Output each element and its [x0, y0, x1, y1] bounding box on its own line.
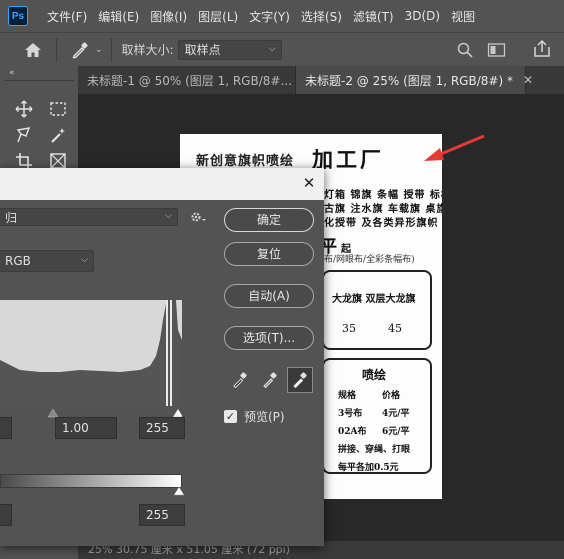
- move-tool-icon[interactable]: [12, 97, 36, 121]
- reset-button[interactable]: 复位: [224, 242, 314, 266]
- tab-untitled-1[interactable]: 未标题-1 @ 50% (图层 1, RGB/8#... ✕: [78, 66, 312, 94]
- annotation-arrow-icon: [424, 134, 485, 161]
- dialog-title-bar[interactable]: [0, 168, 324, 200]
- price-row-spec: 规格: [338, 391, 357, 401]
- menu-filter[interactable]: 滤镜(T): [353, 8, 394, 25]
- workspace-icon[interactable]: [487, 41, 507, 62]
- input-black-field[interactable]: [0, 417, 12, 439]
- menu-layer[interactable]: 图层(L): [198, 8, 238, 25]
- share-icon[interactable]: [532, 39, 552, 62]
- levels-dialog: ✕ 归 ⌵ RGB ⌵ 1.00 255 255 确定 复位 自动(A) 选项(…: [0, 168, 324, 546]
- poster-box-flags-value-2: 45: [388, 322, 402, 335]
- white-point-eyedropper-icon[interactable]: [287, 367, 313, 393]
- collapse-panel-icon[interactable]: «: [9, 68, 15, 78]
- sample-size-label: 取样大小:: [121, 43, 174, 57]
- chevron-down-icon: ⌵: [268, 43, 276, 54]
- poster-products-line-3: 化授带 及各类异形旗帜: [324, 218, 439, 229]
- document-tabs: 未标题-1 @ 50% (图层 1, RGB/8#... ✕ 未标题-2 @ 2…: [78, 66, 564, 94]
- menu-3d[interactable]: 3D(D): [405, 9, 440, 23]
- output-slider-track[interactable]: [0, 486, 186, 498]
- menu-image[interactable]: 图像(I): [150, 8, 187, 25]
- lasso-tool-icon[interactable]: [12, 123, 36, 147]
- options-bar: ⌄ 取样大小: 取样点 ⌵: [0, 32, 564, 66]
- black-point-eyedropper-icon[interactable]: [227, 367, 253, 393]
- home-icon[interactable]: [20, 37, 46, 63]
- gray-point-eyedropper-icon[interactable]: [257, 367, 283, 393]
- preset-options-icon[interactable]: [190, 210, 208, 227]
- output-black-field[interactable]: [0, 504, 12, 526]
- histogram: [0, 300, 182, 406]
- tab-untitled-2[interactable]: 未标题-2 @ 25% (图层 1, RGB/8#) * ✕: [296, 66, 533, 94]
- auto-button[interactable]: 自动(A): [224, 284, 314, 308]
- tab-label: 未标题-1 @ 50% (图层 1, RGB/8#...: [87, 73, 292, 88]
- input-white-field[interactable]: 255: [139, 417, 185, 439]
- poster-title-small: 新创意旗帜喷绘: [196, 154, 295, 169]
- sample-size-value: 取样点: [184, 43, 221, 57]
- preset-value: 归: [5, 210, 18, 225]
- histogram-graph: [0, 300, 182, 406]
- divider: [110, 37, 112, 62]
- poster-note: 布/网眼布/全彩条幅布): [324, 255, 415, 265]
- preview-label: 预览(P): [244, 410, 285, 424]
- sample-size-select[interactable]: 取样点 ⌵: [177, 39, 282, 60]
- poster-products-line-2: 古旗 注水旗 车载旗 桌旗: [324, 204, 442, 215]
- price-row-spec: 02A布: [338, 427, 367, 437]
- poster-box-printing: 喷绘 规格 价格 3号布 4元/平 02A布 6元/平 拼接、穿绳、打眼 每平各…: [322, 358, 432, 474]
- chevron-down-icon: ⌄: [95, 44, 103, 55]
- photoshop-logo: Ps: [8, 6, 28, 26]
- input-levels-group: [0, 258, 182, 436]
- tab-label: 未标题-2 @ 25% (图层 1, RGB/8#) *: [305, 73, 513, 88]
- close-icon[interactable]: ✕: [300, 174, 318, 192]
- output-white-field[interactable]: 255: [139, 504, 185, 526]
- price-row-price: 6元/平: [382, 427, 410, 437]
- menu-edit[interactable]: 编辑(E): [98, 8, 139, 25]
- poster-box-flags-value-1: 35: [342, 322, 356, 335]
- menu-select[interactable]: 选择(S): [301, 8, 342, 25]
- divider: [56, 37, 57, 62]
- price-row-spec: 3号布: [338, 409, 363, 419]
- close-icon[interactable]: ✕: [523, 73, 533, 87]
- menu-file[interactable]: 文件(F): [47, 8, 87, 25]
- price-row-price: 价格: [382, 391, 401, 401]
- chevron-down-icon: ⌵: [165, 211, 172, 221]
- eyedropper-tool-preset-icon[interactable]: ⌄: [71, 41, 103, 59]
- preset-select[interactable]: 归 ⌵: [0, 208, 178, 226]
- menu-type[interactable]: 文字(Y): [249, 8, 290, 25]
- poster-box-flags-header: 大龙旗 双层大龙旗: [332, 294, 416, 305]
- ok-button[interactable]: 确定: [224, 208, 314, 232]
- price-row-price: 4元/平: [382, 409, 410, 419]
- price-row-note: 每平各加0.5元: [338, 463, 399, 473]
- poster-products-line-1: 灯箱 锦旗 条幅 授带 标标: [324, 190, 442, 201]
- input-gamma-field[interactable]: 1.00: [55, 417, 117, 439]
- menu-view[interactable]: 视图: [451, 8, 475, 25]
- magic-wand-tool-icon[interactable]: [46, 123, 70, 147]
- poster-box-flags: 大龙旗 双层大龙旗 35 45: [322, 270, 432, 350]
- marquee-tool-icon[interactable]: [46, 97, 70, 121]
- menu-bar: Ps 文件(F) 编辑(E) 图像(I) 图层(L) 文字(Y) 选择(S) 滤…: [0, 0, 564, 32]
- search-icon[interactable]: [456, 41, 474, 62]
- poster-box-printing-title: 喷绘: [362, 368, 387, 382]
- options-button[interactable]: 选项(T)...: [224, 326, 314, 350]
- preview-checkbox[interactable]: ✓: [224, 410, 237, 423]
- price-row-note: 拼接、穿绳、打眼: [338, 445, 411, 455]
